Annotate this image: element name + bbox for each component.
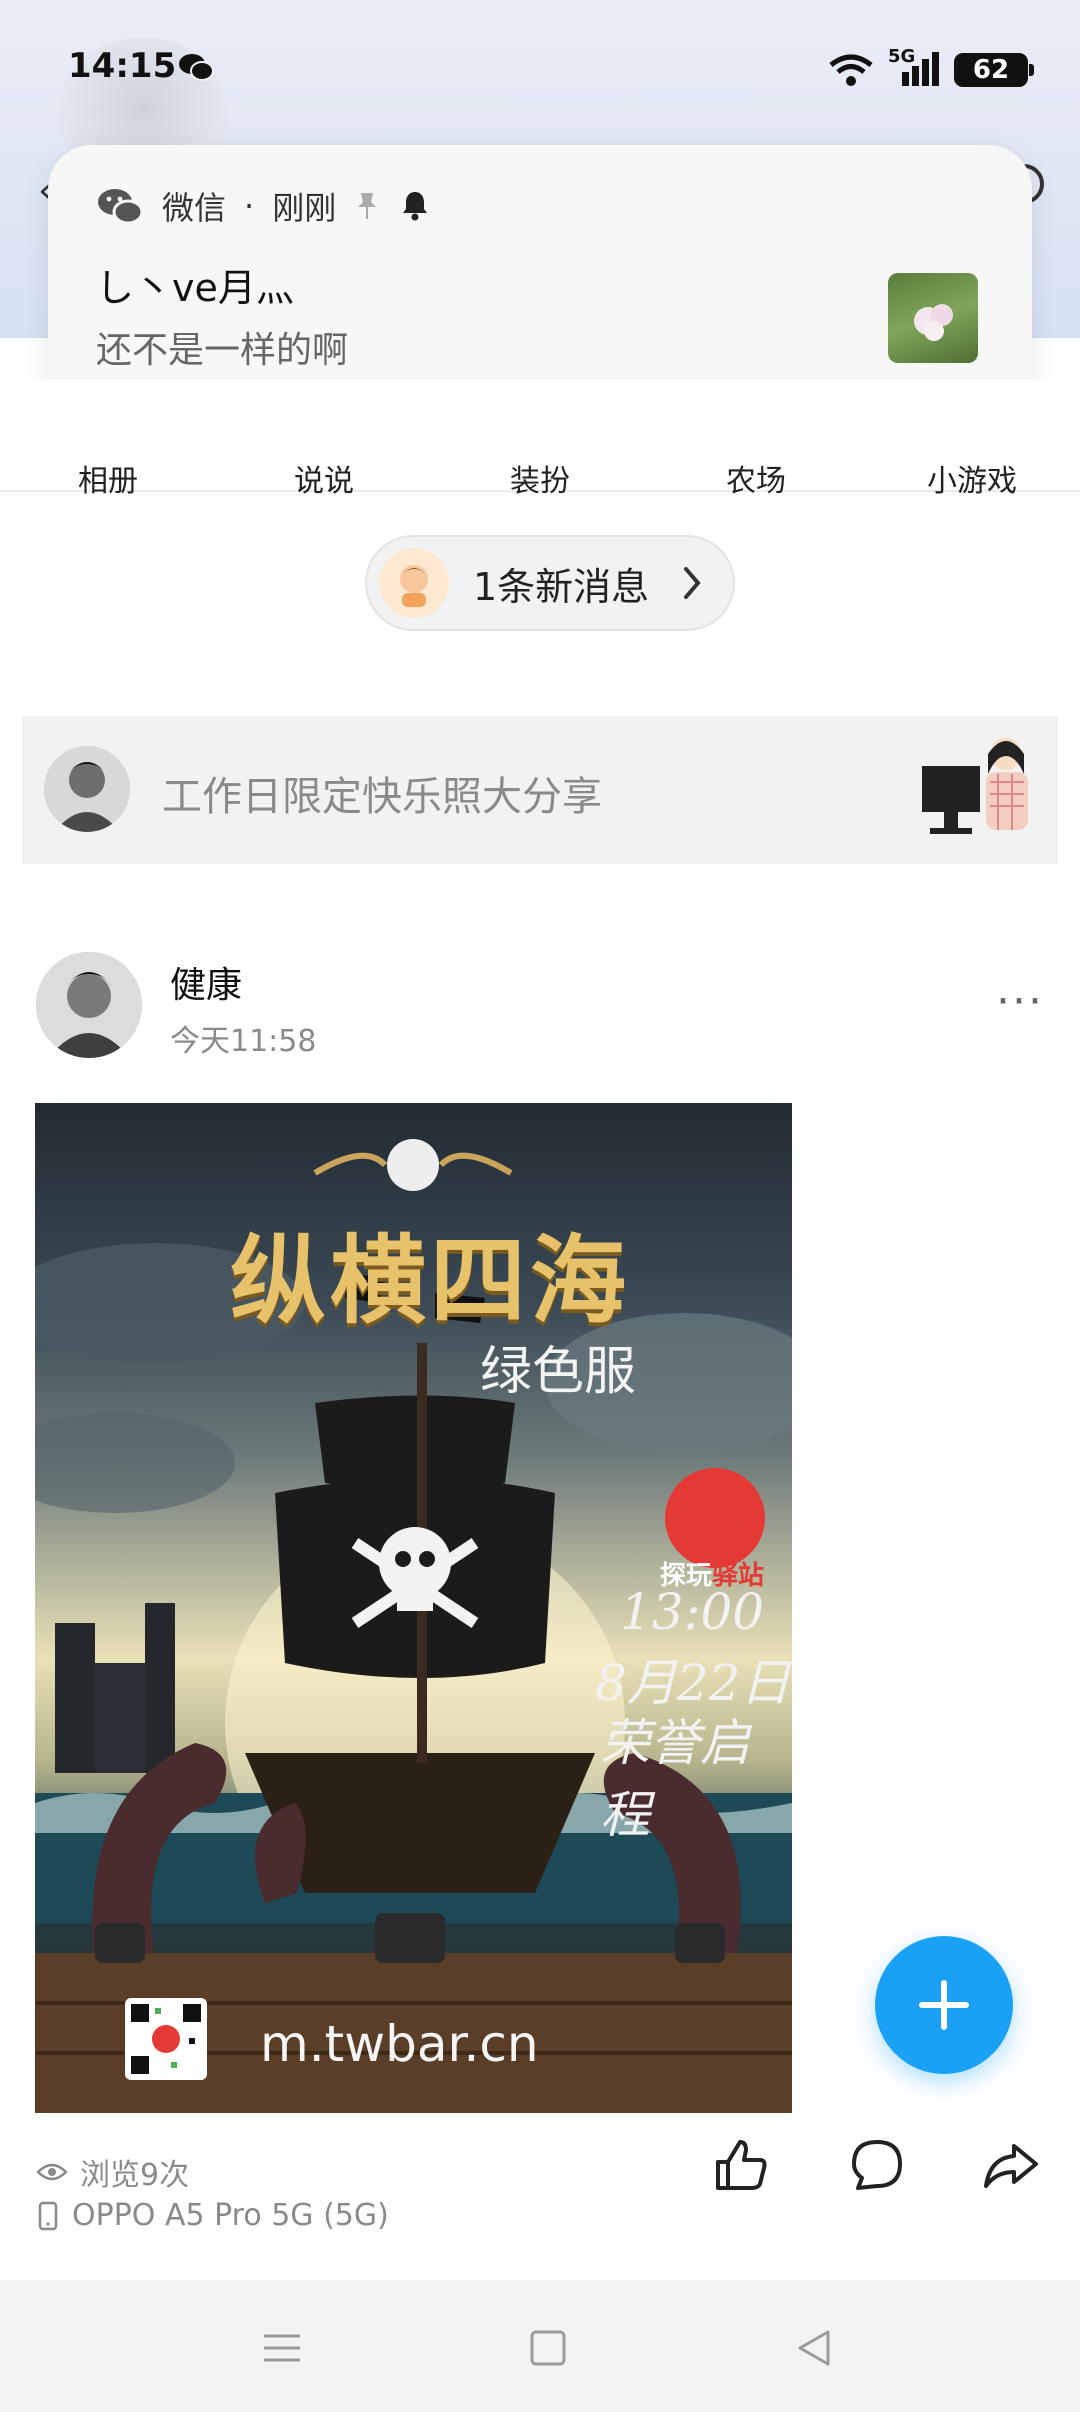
wifi-icon bbox=[829, 54, 873, 86]
notification-thumbnail bbox=[888, 273, 978, 363]
add-post-button[interactable] bbox=[875, 1936, 1013, 2074]
image-time-text: 13:00 bbox=[620, 1583, 765, 1641]
notification-separator: · bbox=[244, 187, 255, 225]
image-url-text: m.twbar.cn bbox=[260, 2015, 539, 2073]
views-count: 浏览9次 bbox=[80, 2158, 190, 2193]
farm-icon bbox=[676, 380, 836, 410]
new-message-pill[interactable]: 1条新消息 bbox=[365, 535, 735, 631]
comment-icon bbox=[852, 2140, 902, 2190]
device-name: OPPO A5 Pro 5G (5G) bbox=[72, 2198, 389, 2233]
image-slogan-text: 荣誉启程 bbox=[600, 1714, 750, 1844]
status-icons: 5G 62 bbox=[828, 46, 1034, 90]
comment-button[interactable] bbox=[848, 2136, 906, 2198]
status-bar: 14:15 5G 62 bbox=[0, 0, 1080, 140]
post-author-name[interactable]: 健康 bbox=[170, 956, 242, 1008]
like-button[interactable] bbox=[712, 2136, 770, 2198]
post-views: 浏览9次 bbox=[36, 2150, 189, 2194]
nav-item-decorate[interactable]: 装扮 bbox=[460, 380, 620, 500]
bell-icon bbox=[403, 192, 428, 221]
notification-app-row: 微信 · 刚刚 bbox=[96, 183, 432, 229]
image-title-text: 纵横四海 bbox=[230, 1224, 630, 1337]
plus-icon bbox=[919, 1980, 969, 2030]
banner-illustration bbox=[920, 726, 1040, 854]
nav-item-label: 农场 bbox=[726, 464, 786, 499]
image-subtitle-text: 绿色服 bbox=[480, 1342, 637, 1402]
new-message-label: 1条新消息 bbox=[473, 564, 650, 609]
decorate-icon bbox=[460, 380, 620, 410]
nav-item-label: 说说 bbox=[294, 464, 354, 499]
space-nav-row: 相册 说说 装扮 农场 小游戏 bbox=[0, 380, 1080, 499]
nav-item-album[interactable]: 相册 bbox=[28, 380, 188, 500]
nav-item-minigame[interactable]: 小游戏 bbox=[892, 380, 1052, 500]
notification-message: 还不是一样的啊 bbox=[96, 330, 349, 371]
share-arrow-icon bbox=[984, 2144, 1038, 2188]
post-image[interactable]: 纵横四海 绿色服 探玩驿站 13:00 8月22日 荣誉启程 m.twbar.c… bbox=[35, 1103, 792, 2113]
nav-item-label: 小游戏 bbox=[927, 464, 1017, 499]
menu-icon[interactable] bbox=[262, 2328, 302, 2368]
signal-icon: 5G bbox=[888, 46, 940, 90]
battery-indicator: 62 bbox=[954, 53, 1034, 87]
brand-logo-icon bbox=[665, 1468, 765, 1568]
minigame-icon bbox=[892, 380, 1052, 410]
wechat-icon bbox=[98, 189, 144, 225]
back-icon[interactable] bbox=[794, 2328, 834, 2368]
wechat-notification[interactable]: 微信 · 刚刚 し丶ve月灬 还不是一样的啊 bbox=[48, 145, 1032, 409]
share-button[interactable] bbox=[982, 2136, 1040, 2198]
notification-app-name: 微信 bbox=[162, 189, 227, 227]
status-time: 14:15 bbox=[68, 46, 177, 86]
thumbs-up-icon bbox=[716, 2140, 767, 2190]
qr-code-icon bbox=[125, 1998, 207, 2080]
wechat-status-icon bbox=[178, 52, 214, 86]
nav-item-label: 相册 bbox=[78, 464, 138, 499]
nav-item-label: 装扮 bbox=[510, 464, 570, 499]
post-time: 今天11:58 bbox=[170, 1024, 317, 1059]
message-avatar bbox=[379, 548, 449, 618]
banner-avatar bbox=[44, 746, 130, 832]
home-icon[interactable] bbox=[528, 2328, 568, 2368]
battery-level: 62 bbox=[972, 55, 1010, 85]
notification-time: 刚刚 bbox=[272, 189, 337, 227]
share-banner-text: 工作日限定快乐照大分享 bbox=[162, 774, 602, 820]
network-type: 5G bbox=[888, 46, 916, 67]
nav-item-farm[interactable]: 农场 bbox=[676, 380, 836, 500]
more-options-icon[interactable]: ··· bbox=[996, 976, 1044, 1027]
post-device: OPPO A5 Pro 5G (5G) bbox=[36, 2198, 389, 2233]
phone-icon bbox=[38, 2201, 58, 2230]
share-banner[interactable]: 工作日限定快乐照大分享 bbox=[22, 716, 1058, 864]
eye-icon bbox=[36, 2163, 68, 2181]
shuoshuo-icon bbox=[244, 380, 404, 410]
notification-sender: し丶ve月灬 bbox=[96, 266, 294, 310]
nav-item-shuoshuo[interactable]: 说说 bbox=[244, 380, 404, 500]
album-icon bbox=[28, 380, 188, 410]
post-author-avatar[interactable] bbox=[36, 952, 142, 1058]
pin-icon bbox=[358, 193, 377, 219]
chevron-right-icon bbox=[684, 567, 701, 599]
